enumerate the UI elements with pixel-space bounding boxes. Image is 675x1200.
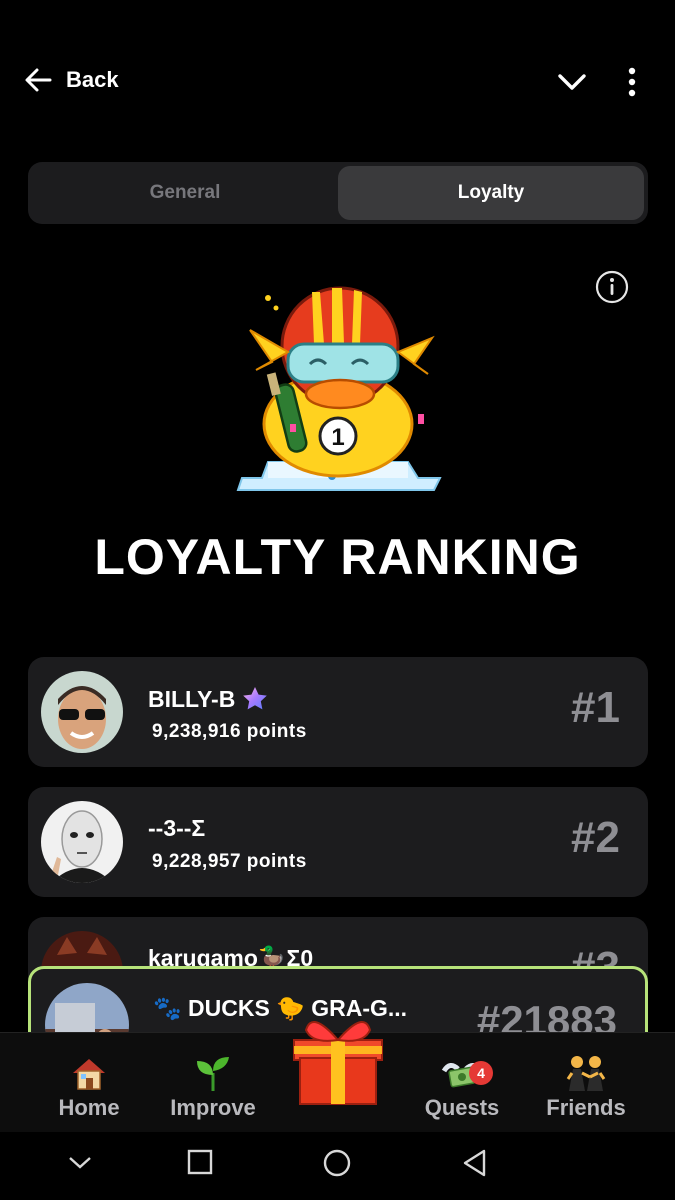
chevron-down-icon[interactable]: [66, 1148, 94, 1176]
nav-item-quests[interactable]: 4 Quests: [397, 1051, 527, 1121]
arrow-left-icon: [25, 68, 52, 92]
notification-badge: 4: [469, 1061, 493, 1085]
nav-item-friends[interactable]: Friends: [521, 1051, 651, 1121]
rank-number: #2: [571, 813, 620, 862]
nav-label: Quests: [424, 1095, 500, 1120]
recents-icon[interactable]: [186, 1148, 214, 1176]
back-button[interactable]: Back: [24, 66, 119, 94]
tab-loyalty[interactable]: Loyalty: [338, 166, 644, 220]
page-title: LOYALTY RANKING: [94, 529, 581, 585]
nav-label: Improve: [170, 1095, 256, 1120]
username: --3--Σ: [148, 815, 206, 841]
house-icon: [73, 1059, 105, 1090]
gift-icon[interactable]: [286, 1006, 390, 1106]
points-text: 9,228,957 points: [152, 851, 307, 872]
leaderboard-row[interactable]: BILLY-B 9,238,916 points #1: [28, 657, 648, 767]
back-triangle-icon[interactable]: [460, 1148, 490, 1178]
system-nav-bar: [0, 1132, 675, 1200]
points-text: 9,238,916 points: [152, 721, 307, 742]
username: BILLY-B: [148, 685, 269, 713]
tab-general[interactable]: General: [32, 166, 338, 220]
star-icon: [243, 687, 268, 710]
nav-label: Home: [58, 1095, 120, 1120]
top-bar: Back: [0, 50, 675, 112]
avatar: [41, 801, 123, 883]
seedling-icon: [197, 1057, 229, 1091]
nav-label: Friends: [546, 1095, 626, 1120]
leaderboard-row[interactable]: --3--Σ 9,228,957 points #2: [28, 787, 648, 897]
info-icon[interactable]: [595, 270, 629, 304]
mascot-badge-number: 1: [331, 424, 344, 451]
nav-item-improve[interactable]: Improve: [148, 1051, 278, 1121]
friends-icon: [566, 1056, 606, 1091]
ranking-tabs: General Loyalty: [28, 162, 648, 224]
more-options-icon[interactable]: [618, 66, 646, 98]
duck-champion-mascot: 1: [236, 286, 442, 491]
back-label: Back: [66, 67, 119, 92]
rank-number: #1: [571, 683, 620, 732]
avatar: [41, 671, 123, 753]
nav-item-home[interactable]: Home: [24, 1051, 154, 1121]
home-circle-icon[interactable]: [322, 1148, 352, 1178]
chevron-down-icon[interactable]: [556, 68, 588, 96]
